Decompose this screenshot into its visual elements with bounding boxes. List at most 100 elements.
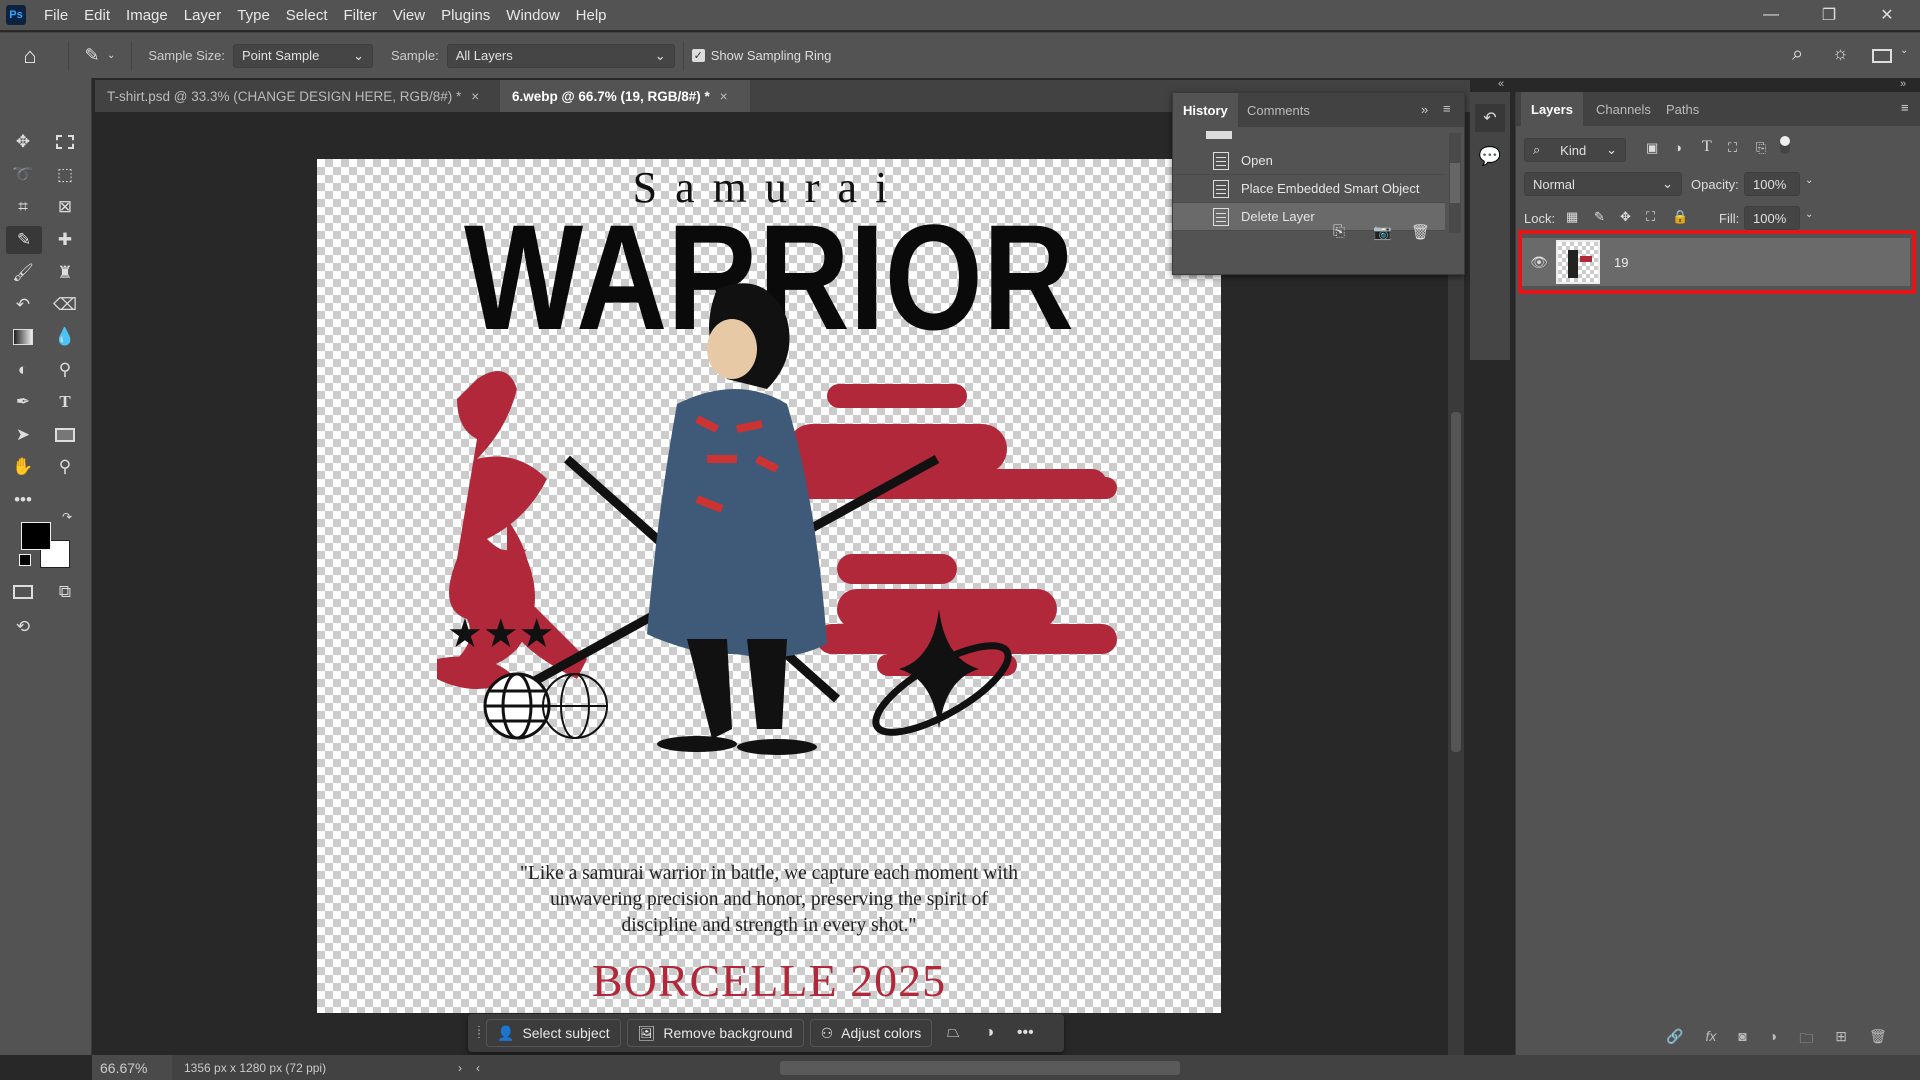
chevron-down-icon[interactable]: ⌄ (107, 50, 115, 61)
scroll-left-icon[interactable]: ‹ (476, 1061, 480, 1075)
lock-artboard-icon[interactable]: ⛶ (1646, 209, 1655, 225)
filter-pixel-icon[interactable]: ▣ (1646, 140, 1658, 156)
more-tools-icon[interactable]: ••• (8, 486, 38, 514)
remove-background-button[interactable]: 🖼Remove background (627, 1019, 804, 1047)
gradient-tool-icon[interactable] (8, 323, 38, 351)
menu-view[interactable]: View (385, 7, 433, 24)
new-layer-icon[interactable]: ⊞ (1835, 1028, 1847, 1052)
close-tab-icon[interactable]: × (471, 89, 479, 104)
menu-help[interactable]: Help (568, 7, 615, 24)
collapse-panels-icon[interactable]: « (1498, 78, 1504, 90)
quick-mask-icon[interactable] (8, 578, 38, 606)
path-selection-tool-icon[interactable]: ➤ (8, 421, 38, 449)
tab-history[interactable]: History (1173, 93, 1238, 127)
zoom-level[interactable]: 66.67% (92, 1055, 172, 1080)
chevron-down-icon[interactable]: ⌄ (1900, 45, 1908, 56)
lasso-tool-icon[interactable]: ➰ (8, 161, 38, 189)
blend-mode-select[interactable]: Normal⌄ (1524, 172, 1682, 196)
eyedropper-tool-icon[interactable]: ✎ (6, 226, 42, 254)
eraser-tool-icon[interactable]: ⌫ (50, 291, 80, 319)
layer-row-19[interactable]: 👁 19 (1522, 238, 1910, 286)
foreground-color-swatch[interactable] (21, 522, 51, 550)
drag-handle-icon[interactable]: ⋮⋮ (474, 1029, 480, 1037)
panel-menu-icon[interactable]: ≡ (1901, 100, 1909, 115)
menu-image[interactable]: Image (118, 7, 176, 24)
adjustment-layer-icon[interactable]: ◑ (974, 1024, 1004, 1042)
frame-tool-icon[interactable]: ⊠ (50, 193, 80, 221)
rectangle-tool-icon[interactable] (50, 421, 80, 449)
restore-button[interactable]: ❐ (1800, 0, 1858, 30)
expand-panels-icon[interactable]: » (1900, 78, 1906, 90)
horizontal-scrollbar[interactable] (780, 1061, 1180, 1075)
layer-style-fx-icon[interactable]: fx (1705, 1028, 1716, 1052)
tab-6-webp[interactable]: 6.webp @ 66.7% (19, RGB/8#) *× (500, 80, 750, 112)
visibility-eye-icon[interactable]: 👁 (1522, 254, 1556, 271)
menu-layer[interactable]: Layer (176, 7, 230, 24)
new-group-folder-icon[interactable]: 🗀 (1799, 1028, 1813, 1052)
menu-file[interactable]: File (36, 7, 76, 24)
screen-mode-icon[interactable]: ⧉ (50, 578, 80, 606)
filter-smart-object-icon[interactable]: ⎘ (1756, 140, 1766, 156)
menu-window[interactable]: Window (498, 7, 567, 24)
tab-layers[interactable]: Layers (1521, 92, 1583, 126)
eyedropper-tool-preset-icon[interactable]: ✎ (77, 45, 107, 66)
show-sampling-ring-checkbox[interactable]: ✓ (692, 49, 705, 62)
close-tab-icon[interactable]: × (720, 89, 728, 104)
expand-panel-icon[interactable]: » (1421, 102, 1428, 117)
tab-comments[interactable]: Comments (1237, 93, 1320, 127)
filter-shape-icon[interactable]: ⛶ (1728, 140, 1737, 156)
minimize-button[interactable]: — (1742, 0, 1800, 30)
document-canvas[interactable]: Samurai WARRIOR (317, 159, 1221, 1013)
tab-paths[interactable]: Paths (1656, 92, 1709, 126)
new-adjustment-layer-icon[interactable]: ◑ (1769, 1028, 1777, 1052)
history-scrollbar[interactable] (1449, 133, 1461, 233)
sponge-tool-icon[interactable]: ⚲ (50, 356, 80, 384)
filter-adjustment-icon[interactable]: ◑ (1674, 140, 1682, 155)
menu-filter[interactable]: Filter (336, 7, 385, 24)
history-item-open[interactable]: Open (1173, 147, 1445, 175)
menu-select[interactable]: Select (278, 7, 336, 24)
discover-lightbulb-icon[interactable]: ☼ (1832, 43, 1849, 64)
clone-stamp-tool-icon[interactable]: ♜ (50, 259, 80, 287)
history-item-delete-layer[interactable]: Delete Layer (1173, 203, 1445, 231)
layer-name[interactable]: 19 (1614, 255, 1628, 270)
opacity-input[interactable]: 100% (1744, 172, 1800, 196)
menu-edit[interactable]: Edit (76, 7, 118, 24)
add-mask-icon[interactable]: ◙ (1738, 1028, 1746, 1052)
lock-position-move-icon[interactable]: ✥ (1620, 209, 1631, 225)
workspace-icon[interactable] (1872, 49, 1892, 63)
sample-size-select[interactable]: Point Sample⌄ (233, 44, 373, 68)
history-item-place-embedded[interactable]: Place Embedded Smart Object (1173, 175, 1445, 203)
zoom-tool-icon[interactable]: ⚲ (50, 453, 80, 481)
history-brush-tool-icon[interactable]: ↶ (8, 291, 38, 319)
blur-tool-icon[interactable]: 💧 (50, 323, 80, 351)
home-icon[interactable]: ⌂ (0, 43, 60, 69)
comments-panel-icon[interactable]: 💬 (1475, 142, 1505, 170)
new-document-from-state-icon[interactable]: ⎘ (1333, 223, 1345, 240)
swap-colors-icon[interactable]: ↷ (62, 510, 72, 524)
generative-fill-icon[interactable]: ⟲ (8, 613, 38, 641)
more-options-icon[interactable]: ••• (1010, 1024, 1040, 1042)
lock-image-brush-icon[interactable]: ✎ (1594, 209, 1605, 225)
select-subject-button[interactable]: 👤Select subject (486, 1019, 621, 1047)
marquee-tool-icon[interactable] (50, 128, 80, 156)
delete-layer-trash-icon[interactable]: 🗑 (1869, 1028, 1887, 1052)
hand-tool-icon[interactable]: ✋ (8, 453, 38, 481)
status-expand-icon[interactable]: › (458, 1061, 462, 1075)
brush-tool-icon[interactable]: 🖌 (8, 259, 38, 287)
dodge-tool-icon[interactable]: ◐ (8, 356, 38, 384)
tab-channels[interactable]: Channels (1586, 92, 1661, 126)
panel-menu-icon[interactable]: ≡ (1443, 101, 1451, 116)
history-panel-icon[interactable]: ↶ (1475, 104, 1505, 132)
search-icon[interactable]: ⌕ (1792, 43, 1803, 66)
lock-transparent-icon[interactable]: ▦ (1566, 209, 1578, 225)
menu-type[interactable]: Type (229, 7, 278, 24)
menu-plugins[interactable]: Plugins (433, 7, 498, 24)
tab-tshirt-psd[interactable]: T-shirt.psd @ 33.3% (CHANGE DESIGN HERE,… (95, 80, 500, 112)
default-colors-icon[interactable] (19, 554, 31, 566)
camera-snapshot-icon[interactable]: 📷 (1373, 223, 1392, 241)
snapshot-thumbnail[interactable] (1206, 131, 1232, 139)
link-layers-icon[interactable]: 🔗 (1666, 1028, 1683, 1052)
trash-icon[interactable]: 🗑 (1411, 223, 1430, 241)
layer-filter-kind-select[interactable]: ⌕Kind⌄ (1524, 138, 1626, 162)
